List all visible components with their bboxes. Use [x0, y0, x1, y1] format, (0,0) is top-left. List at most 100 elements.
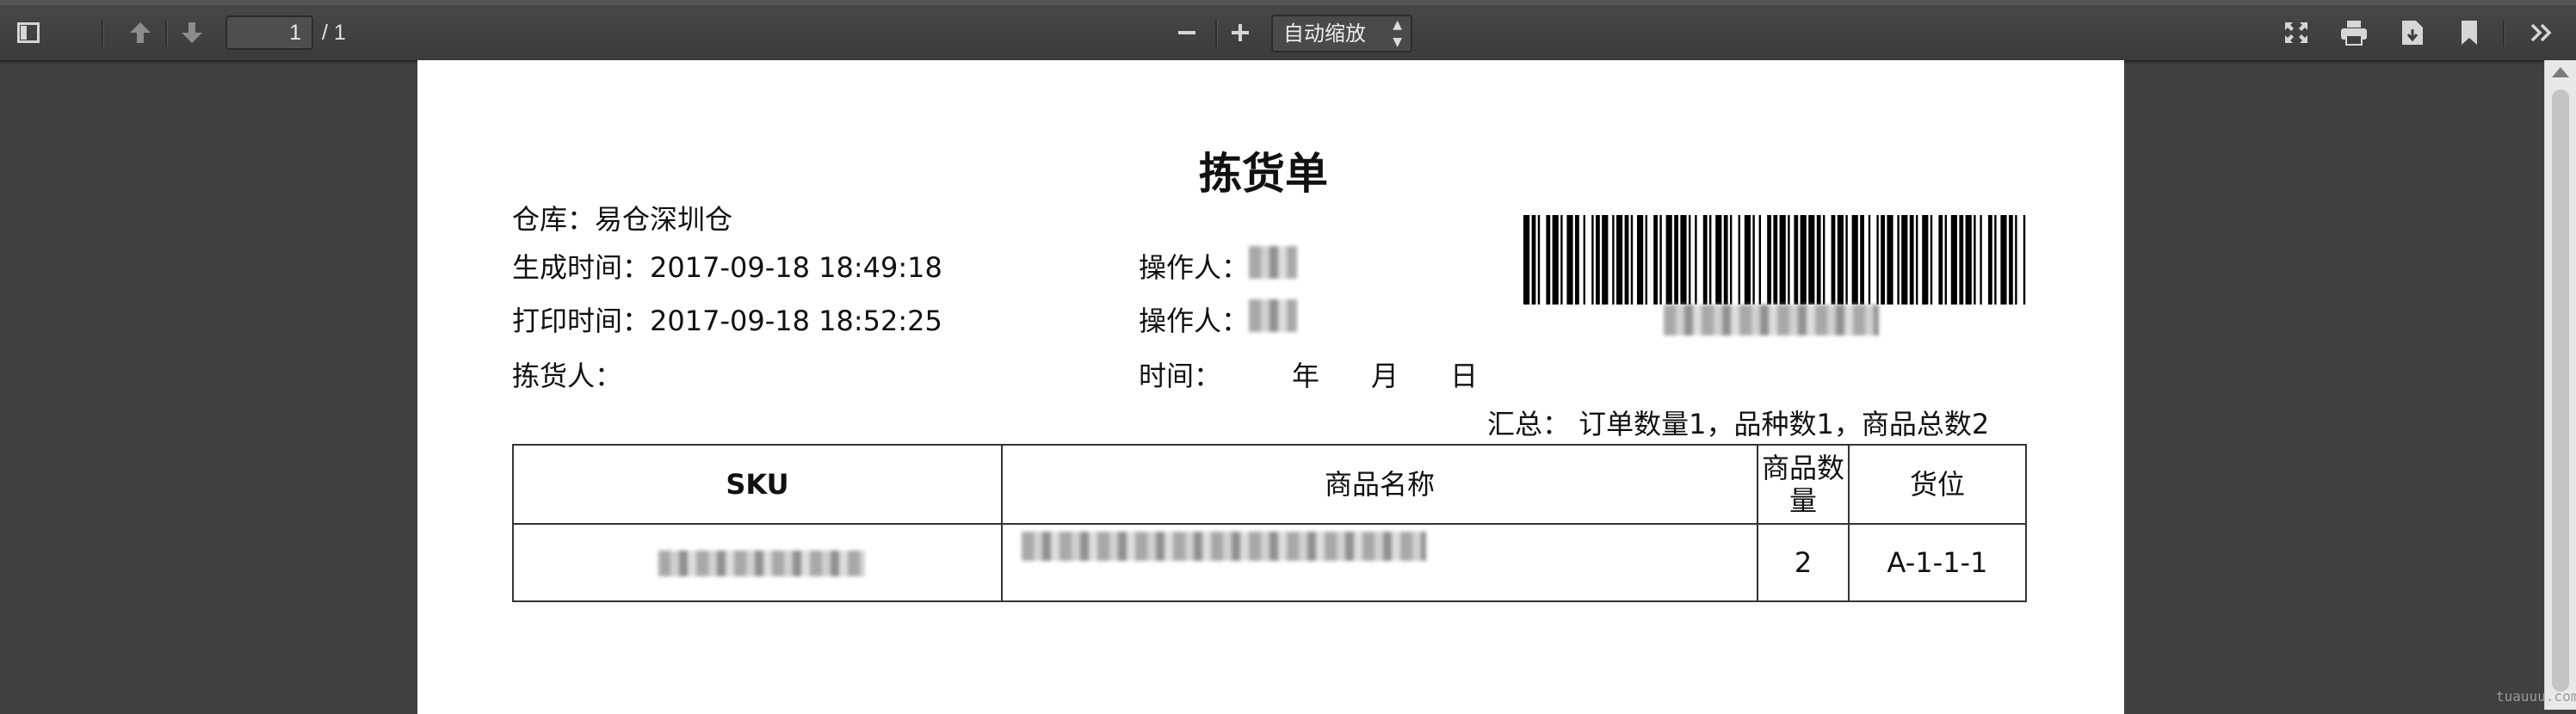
barcode-bar: [1959, 215, 1964, 305]
barcode-bar: [1938, 215, 1943, 305]
toolbar-separator: [165, 21, 168, 46]
toolbar-separator: [102, 21, 104, 46]
barcode-bar: [1546, 215, 1551, 305]
barcode-bar: [1695, 215, 1697, 305]
picking-table: SKU 商品名称 商品数量 货位 2 A-1-1-1: [512, 444, 2027, 602]
barcode-bar: [1773, 215, 1778, 305]
picker-label: 拣货人：: [512, 360, 623, 392]
barcode-bar: [1860, 215, 1864, 305]
barcode-bar: [1674, 215, 1678, 305]
barcode-bar: [1566, 215, 1573, 305]
redacted-operator-name: [1249, 299, 1297, 332]
barcode-bar: [1794, 215, 1799, 305]
plus-icon: [1232, 24, 1249, 41]
zoom-select[interactable]: 自动缩放 ▲ ▼: [1271, 15, 1412, 52]
page-number-input[interactable]: 1: [225, 15, 313, 50]
sidebar-toggle-icon: [17, 22, 40, 43]
barcode-bar: [1523, 215, 1530, 305]
zoom-in-button[interactable]: [1220, 14, 1260, 52]
barcode-bar: [1730, 215, 1733, 305]
barcode-bar: [1980, 215, 1982, 305]
bookmark-icon: [2462, 21, 2477, 45]
barcode-bar: [1823, 215, 1825, 305]
barcode-bar: [1575, 215, 1579, 305]
arrow-up-icon: [130, 22, 151, 43]
operator-label: 操作人：: [1139, 251, 1250, 284]
previous-page-button[interactable]: [120, 14, 160, 52]
barcode-bar: [1596, 215, 1600, 305]
year-label: 年: [1292, 360, 1320, 392]
bookmark-button[interactable]: [2449, 14, 2489, 52]
barcode-bar: [1612, 215, 1615, 305]
operator-label: 操作人：: [1139, 305, 1250, 337]
barcode-bar: [1988, 215, 1992, 305]
barcode-bar: [1868, 215, 1871, 305]
barcode-bar: [1851, 215, 1858, 305]
warehouse-text: 仓库：易仓深圳仓: [512, 203, 733, 236]
barcode-bar: [1653, 215, 1658, 305]
barcode-bar: [1974, 215, 1976, 305]
redacted-product-name: [1022, 532, 1426, 561]
download-icon: [2402, 21, 2423, 45]
barcode-bar: [1800, 215, 1807, 305]
barcode-bar: [1816, 215, 1821, 305]
barcode-bar: [1702, 215, 1708, 305]
pdf-toolbar: 1 / 1 自动缩放 ▲ ▼: [0, 0, 2576, 60]
zoom-out-button[interactable]: [1167, 14, 1207, 52]
barcode-bar: [1901, 215, 1908, 305]
minus-icon: [1178, 31, 1195, 34]
print-icon: [2341, 21, 2367, 46]
header-sku: SKU: [726, 468, 789, 501]
watermark-text: tuauuu.com: [2496, 688, 2576, 705]
barcode-bar: [1831, 215, 1836, 305]
scroll-thumb[interactable]: [2552, 89, 2569, 692]
redacted-sku: [658, 551, 865, 576]
barcode-bar: [1752, 215, 1755, 305]
header-product-name: 商品名称: [1324, 468, 1435, 501]
header-quantity: 商品数量: [1761, 452, 1844, 517]
barcode-bar: [1876, 215, 1879, 305]
barcode-bar: [1944, 215, 1947, 305]
barcode-bar: [1723, 215, 1728, 305]
barcode-bar: [1537, 215, 1541, 305]
barcode-bar: [1616, 215, 1623, 305]
download-button[interactable]: [2393, 14, 2432, 52]
barcode-bar: [1837, 215, 1844, 305]
redacted-operator-name: [1249, 246, 1297, 279]
summary-text: 汇总： 订单数量1，品种数1，商品总数2: [1487, 408, 1990, 440]
fullscreen-icon: [2285, 22, 2307, 43]
barcode-bar: [1709, 215, 1712, 305]
barcode-bar: [1583, 215, 1585, 305]
presentation-mode-button[interactable]: [2276, 14, 2316, 52]
location-cell: A-1-1-1: [1887, 546, 1988, 579]
toolbar-separator: [2503, 21, 2505, 46]
barcode-bar: [1624, 215, 1629, 305]
barcode-bar: [1531, 215, 1536, 305]
zoom-select-value: 自动缩放: [1283, 22, 1366, 46]
barcode-bar: [1916, 215, 1918, 305]
tools-button[interactable]: [2522, 14, 2561, 52]
barcode-bar: [2015, 215, 2017, 305]
sidebar-toggle-button[interactable]: [9, 14, 48, 52]
barcode-bar: [1680, 215, 1687, 305]
scroll-up-arrow-icon[interactable]: [2552, 67, 2569, 77]
print-button[interactable]: [2334, 14, 2374, 52]
barcode-bar: [1845, 215, 1848, 305]
next-page-button[interactable]: [172, 14, 212, 52]
barcode-bar: [1930, 215, 1933, 305]
vertical-scrollbar[interactable]: [2544, 60, 2576, 710]
barcode-bar: [1738, 215, 1740, 305]
toolbar-separator: [1215, 21, 1218, 46]
barcode-bar: [2023, 215, 2026, 305]
barcode-bar: [1758, 215, 1761, 305]
document-title: 拣货单: [1199, 149, 1328, 199]
quantity-cell: 2: [1794, 546, 1813, 579]
barcode-bar: [1645, 215, 1647, 305]
barcode-bar: [1659, 215, 1662, 305]
barcode-bar: [1897, 215, 1900, 305]
barcode: [1523, 215, 2026, 305]
double-chevron-right-icon: [2530, 23, 2552, 42]
barcode-bar: [1637, 215, 1644, 305]
barcode-bar: [1994, 215, 1997, 305]
header-location: 货位: [1909, 468, 1965, 501]
